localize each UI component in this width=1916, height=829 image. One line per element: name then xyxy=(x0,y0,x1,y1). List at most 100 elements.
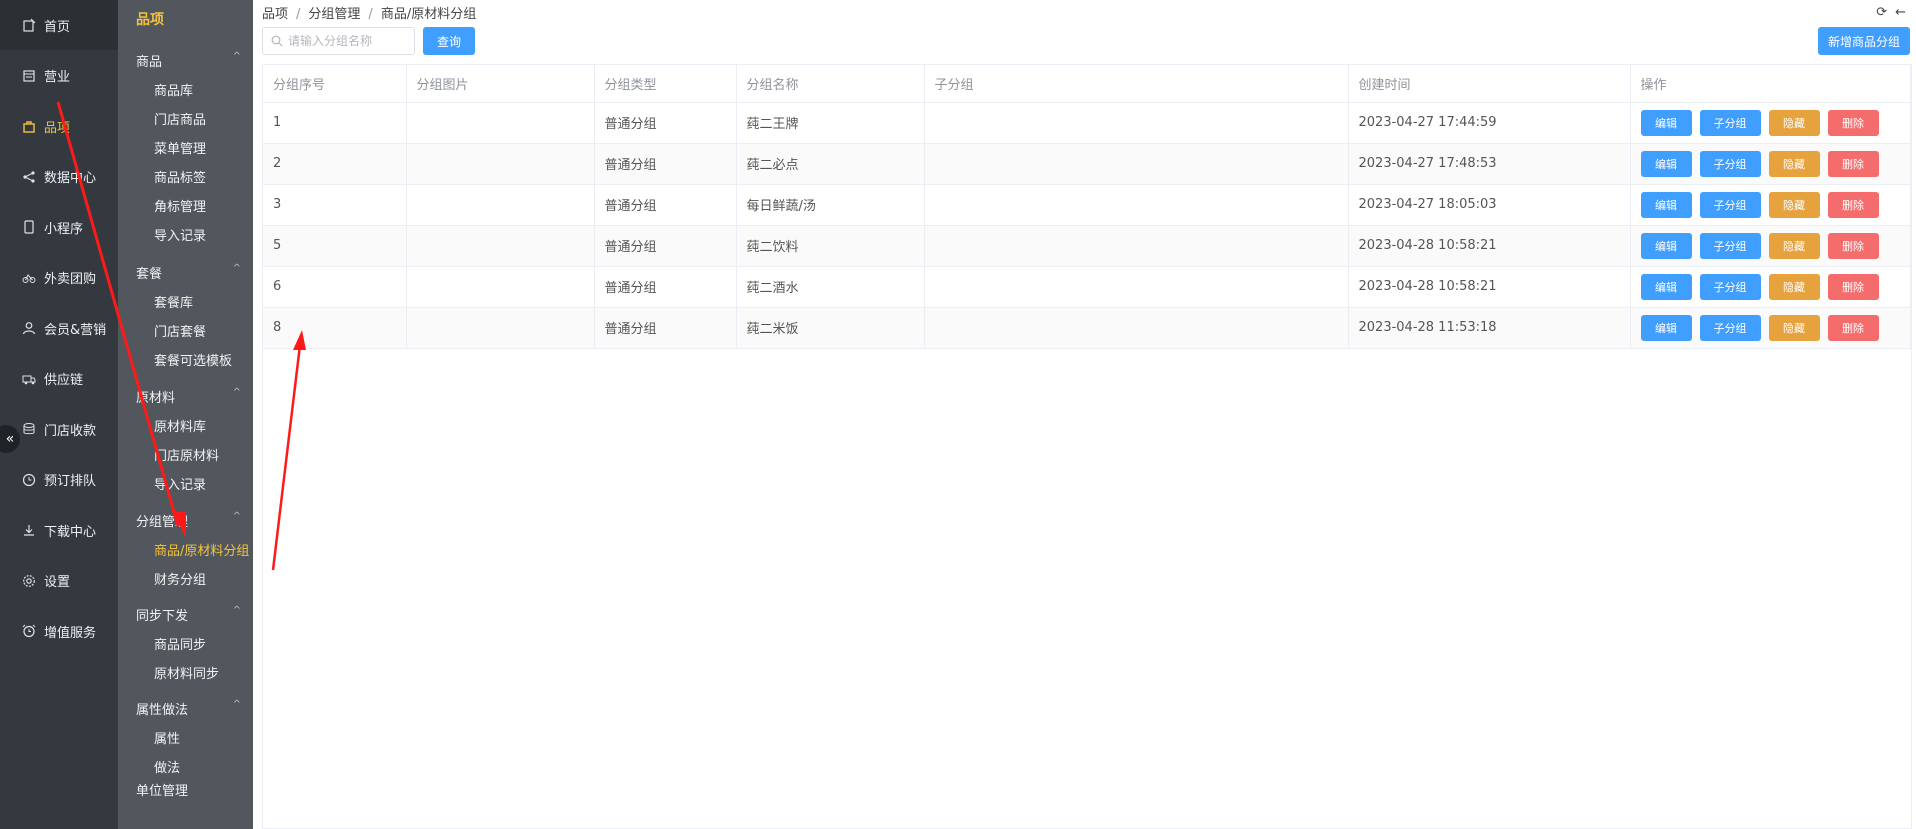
chevron-up-icon: ^ xyxy=(232,605,241,616)
sidebar-item-label: 营业 xyxy=(44,70,71,85)
cell-created-time: 2023-04-27 17:48:53 xyxy=(1348,143,1631,185)
menu-item[interactable]: 商品/原材料分组 xyxy=(154,540,249,559)
column-header: 操作 xyxy=(1630,65,1911,103)
delete-button[interactable]: 删除 xyxy=(1827,191,1879,218)
menu-item[interactable]: 门店商品 xyxy=(154,109,206,128)
alarm-icon xyxy=(22,624,36,638)
hide-button[interactable]: 隐藏 xyxy=(1768,232,1820,259)
edit-button[interactable]: 编辑 xyxy=(1640,150,1692,177)
subgroup-button[interactable]: 子分组 xyxy=(1699,314,1761,341)
delete-button[interactable]: 删除 xyxy=(1827,314,1879,341)
cell-group-name: 莼二必点 xyxy=(736,143,925,185)
menu-item[interactable]: 财务分组 xyxy=(154,569,206,588)
sidebar-item[interactable]: 小程序 xyxy=(0,202,118,252)
menu-item[interactable]: 角标管理 xyxy=(154,196,206,215)
menu-item[interactable]: 门店原材料 xyxy=(154,445,219,464)
menu-group-header[interactable]: 属性做法 ^ xyxy=(136,699,241,718)
sidebar-item-label: 下载中心 xyxy=(44,524,97,540)
menu-item[interactable]: 导入记录 xyxy=(154,474,206,493)
cell-group-type: 普通分组 xyxy=(594,143,737,185)
sidebar-item[interactable]: 供应链 xyxy=(0,354,118,404)
clock-icon xyxy=(22,473,36,487)
edit-button[interactable]: 编辑 xyxy=(1640,273,1692,300)
edit-button[interactable]: 编辑 xyxy=(1640,232,1692,259)
sidebar-item[interactable]: 品项 xyxy=(0,101,118,151)
menu-group-label: 套餐 xyxy=(136,267,163,282)
search-input[interactable] xyxy=(288,34,408,48)
hide-button[interactable]: 隐藏 xyxy=(1768,150,1820,177)
sidebar-item[interactable]: 首页 xyxy=(0,0,118,50)
menu-item[interactable]: 套餐可选模板 xyxy=(154,350,232,369)
table-row: 2 普通分组 莼二必点 2023-04-27 17:48:53 编辑 子分组 隐藏 删除 xyxy=(263,143,1911,185)
menu-group-header[interactable]: 分组管理 ^ xyxy=(136,511,241,530)
cell-created-time: 2023-04-28 10:58:21 xyxy=(1348,225,1631,267)
hide-button[interactable]: 隐藏 xyxy=(1768,314,1820,341)
menu-item[interactable]: 商品标签 xyxy=(154,167,206,186)
cell-group-type: 普通分组 xyxy=(594,266,737,308)
cell-group-type: 普通分组 xyxy=(594,102,737,144)
menu-item[interactable]: 导入记录 xyxy=(154,225,206,244)
sidebar-item[interactable]: 增值服务 xyxy=(0,606,118,656)
sidebar-item-label: 预订排队 xyxy=(44,474,97,489)
sidebar-item[interactable]: 设置 xyxy=(0,556,118,606)
breadcrumb-item[interactable]: 分组管理 xyxy=(308,7,360,22)
sidebar-item-label: 设置 xyxy=(44,575,71,590)
cell-created-time: 2023-04-28 11:53:18 xyxy=(1348,307,1631,349)
sidebar-item[interactable]: 下载中心 xyxy=(0,505,118,555)
delete-button[interactable]: 删除 xyxy=(1827,150,1879,177)
hide-button[interactable]: 隐藏 xyxy=(1768,109,1820,136)
menu-item[interactable]: 门店套餐 xyxy=(154,321,206,340)
menu-group-header[interactable]: 商品 ^ xyxy=(136,51,241,70)
bike-icon xyxy=(22,271,36,285)
menu-item-unit-management[interactable]: 单位管理 xyxy=(136,780,241,799)
cell-group-type: 普通分组 xyxy=(594,225,737,267)
cell-actions: 编辑 子分组 隐藏 删除 xyxy=(1630,266,1911,308)
menu-item[interactable]: 原材料同步 xyxy=(154,663,219,682)
menu-group-header[interactable]: 套餐 ^ xyxy=(136,263,241,282)
download-icon xyxy=(22,523,36,537)
cell-subgroup xyxy=(924,307,1349,349)
cell-created-time: 2023-04-27 17:44:59 xyxy=(1348,102,1631,144)
delete-button[interactable]: 删除 xyxy=(1827,273,1879,300)
sidebar-item[interactable]: 数据中心 xyxy=(0,152,118,202)
breadcrumb-item[interactable]: 品项 xyxy=(262,7,288,22)
sidebar-item-label: 小程序 xyxy=(44,221,84,237)
sidebar-item[interactable]: 会员&营销 xyxy=(0,303,118,353)
menu-item[interactable]: 属性 xyxy=(154,728,180,747)
cell-group-image xyxy=(406,225,595,267)
cell-group-name: 莼二饮料 xyxy=(736,225,925,267)
row-actions: 编辑 子分组 隐藏 删除 xyxy=(1640,109,1911,136)
menu-group-header[interactable]: 同步下发 ^ xyxy=(136,605,241,624)
back-arrow-icon[interactable]: ← xyxy=(1895,5,1906,20)
menu-item[interactable]: 原材料库 xyxy=(154,416,206,435)
search-box[interactable] xyxy=(262,27,415,55)
menu-item[interactable]: 套餐库 xyxy=(154,292,193,311)
hide-button[interactable]: 隐藏 xyxy=(1768,273,1820,300)
query-button[interactable]: 查询 xyxy=(423,27,475,55)
cell-actions: 编辑 子分组 隐藏 删除 xyxy=(1630,184,1911,226)
sidebar-item[interactable]: 预订排队 xyxy=(0,455,118,505)
menu-group-header[interactable]: 原材料 ^ xyxy=(136,387,241,406)
cell-created-time: 2023-04-28 10:58:21 xyxy=(1348,266,1631,308)
menu-item[interactable]: 商品同步 xyxy=(154,634,206,653)
refresh-icon[interactable]: ⟳ xyxy=(1876,5,1887,20)
subgroup-button[interactable]: 子分组 xyxy=(1699,273,1761,300)
menu-item[interactable]: 做法 xyxy=(154,757,180,776)
delete-button[interactable]: 删除 xyxy=(1827,109,1879,136)
subgroup-button[interactable]: 子分组 xyxy=(1699,150,1761,177)
edit-button[interactable]: 编辑 xyxy=(1640,191,1692,218)
edit-button[interactable]: 编辑 xyxy=(1640,109,1692,136)
menu-item[interactable]: 商品库 xyxy=(154,80,193,99)
hide-button[interactable]: 隐藏 xyxy=(1768,191,1820,218)
add-group-button[interactable]: 新增商品分组 xyxy=(1818,27,1910,55)
sidebar-item[interactable]: 外卖团购 xyxy=(0,253,118,303)
menu-group-label: 商品 xyxy=(136,55,163,70)
sidebar-item[interactable]: 营业 xyxy=(0,51,118,101)
menu-item[interactable]: 菜单管理 xyxy=(154,138,206,157)
subgroup-button[interactable]: 子分组 xyxy=(1699,109,1761,136)
subgroup-button[interactable]: 子分组 xyxy=(1699,232,1761,259)
cell-group-image xyxy=(406,266,595,308)
edit-button[interactable]: 编辑 xyxy=(1640,314,1692,341)
delete-button[interactable]: 删除 xyxy=(1827,232,1879,259)
subgroup-button[interactable]: 子分组 xyxy=(1699,191,1761,218)
